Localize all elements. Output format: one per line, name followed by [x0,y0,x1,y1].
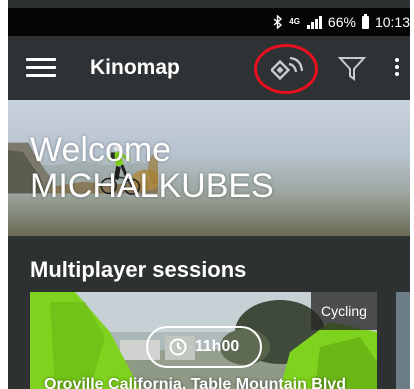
menu-icon[interactable] [26,58,56,78]
app-bar: Kinomap [8,36,410,100]
app-title: Kinomap [90,56,180,79]
welcome-username: MICHALKUBES [30,167,274,205]
sensor-icon [271,56,304,81]
clock-time: 10:13 [374,14,410,30]
filter-icon[interactable] [337,54,367,87]
welcome-banner: Welcome MICHALKUBES [8,100,410,236]
battery-icon [361,13,369,29]
bluetooth-icon [273,15,283,29]
network-type-label: 4G [289,17,300,26]
next-session-card[interactable] [396,292,410,389]
multiplayer-section-title: Multiplayer sessions [30,257,247,282]
welcome-greeting: Welcome [30,131,172,169]
status-bar: 4G 66% 10:13 [8,8,410,36]
session-duration: 11h00 [194,338,240,355]
sensor-button[interactable] [254,44,318,94]
session-duration-pill: 11h00 [146,326,262,368]
signal-icon [306,15,322,29]
battery-percentage: 66% [327,14,356,30]
clock-icon [169,338,187,356]
screenshot-border-left [0,0,8,389]
session-category-badge: Cycling [311,292,377,330]
network-4g-icon: 4G [289,18,300,26]
welcome-text: Welcome MICHALKUBES [30,132,274,204]
session-card[interactable]: Cycling 11h00 Oroville California, Table… [30,292,377,389]
session-title: Oroville California, Table Mountain Blvd [44,376,346,389]
more-options-icon[interactable] [394,58,400,78]
screenshot-border-right [410,0,414,389]
